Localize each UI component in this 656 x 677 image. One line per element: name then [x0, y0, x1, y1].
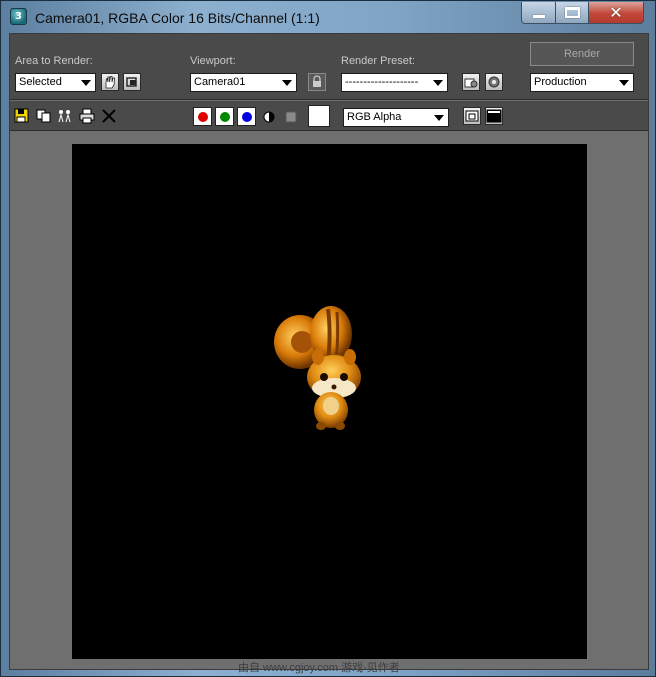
maximize-icon: [565, 7, 580, 18]
render-preset-label: Render Preset:: [341, 55, 415, 67]
area-to-render-label: Area to Render:: [15, 55, 93, 67]
render-frame-client: Area to Render: Selected Viewport: Camer…: [9, 33, 649, 674]
minimize-button[interactable]: [521, 2, 556, 24]
viewport-label: Viewport:: [190, 55, 236, 67]
green-channel-icon: [220, 112, 230, 122]
toggle-ui-overlay-button[interactable]: [463, 107, 481, 125]
chevron-down-icon: [282, 80, 292, 86]
area-to-render-value: Selected: [19, 76, 62, 88]
chevron-down-icon: [433, 80, 443, 86]
squirrel-render: [274, 306, 361, 430]
lock-icon: [313, 75, 321, 87]
render-mode-dropdown[interactable]: Production: [530, 73, 634, 92]
close-icon: ✕: [609, 3, 623, 22]
display-channel-value: RGB Alpha: [347, 111, 402, 123]
color-swatch[interactable]: [308, 105, 330, 127]
render-preset-value: --------------------: [345, 76, 419, 88]
display-channel-dropdown[interactable]: RGB Alpha: [343, 108, 449, 127]
environment-effects-button[interactable]: [485, 73, 503, 91]
overlay-icon: [465, 110, 479, 122]
print-icon[interactable]: [79, 108, 95, 124]
minimize-icon: [533, 15, 545, 18]
save-icon[interactable]: [14, 108, 30, 124]
viewport-value: Camera01: [194, 76, 246, 88]
chevron-down-icon: [619, 80, 629, 86]
viewport-dropdown[interactable]: Camera01: [190, 73, 297, 92]
green-channel-button[interactable]: [215, 107, 234, 126]
clear-icon[interactable]: [101, 108, 117, 124]
hand-icon: [105, 76, 115, 89]
chevron-down-icon: [81, 80, 91, 86]
gear-icon: [488, 76, 500, 88]
red-channel-icon: [198, 112, 208, 122]
area-to-render-dropdown[interactable]: Selected: [15, 73, 96, 92]
window-title: Camera01, RGBA Color 16 Bits/Channel (1:…: [35, 10, 320, 26]
alpha-channel-icon[interactable]: [262, 110, 276, 124]
display-icon: [486, 109, 502, 123]
auto-region-button[interactable]: [123, 73, 141, 91]
title-bar[interactable]: 3 Camera01, RGBA Color 16 Bits/Channel (…: [1, 1, 655, 33]
render-frame-window: 3 Camera01, RGBA Color 16 Bits/Channel (…: [0, 0, 656, 677]
lock-viewport-button[interactable]: [308, 73, 326, 91]
render-preset-dropdown[interactable]: --------------------: [341, 73, 448, 92]
frame-tools-bar: RGB Alpha: [10, 101, 648, 131]
copy-icon[interactable]: [36, 108, 52, 124]
clone-frame-icon[interactable]: [57, 108, 73, 124]
render-mode-value: Production: [534, 76, 587, 88]
blue-channel-icon: [242, 112, 252, 122]
render-setup-button[interactable]: [462, 73, 480, 91]
hand-icon-button[interactable]: [101, 73, 119, 91]
render-setup-icon: [464, 78, 478, 88]
red-channel-button[interactable]: [193, 107, 212, 126]
monochrome-icon[interactable]: [284, 110, 298, 124]
blue-channel-button[interactable]: [237, 107, 256, 126]
render-button[interactable]: Render: [530, 42, 634, 66]
toggle-ui-button[interactable]: [485, 107, 503, 125]
close-button[interactable]: ✕: [588, 2, 644, 24]
watermark-text: 由自 www.cgjoy.com 游戏·见作者: [238, 662, 400, 674]
app-icon[interactable]: 3: [10, 8, 27, 25]
region-icon: [126, 77, 137, 87]
render-controls-bar: Area to Render: Selected Viewport: Camer…: [10, 34, 648, 100]
rendered-image-canvas[interactable]: [72, 144, 587, 659]
chevron-down-icon: [434, 115, 444, 121]
maximize-button[interactable]: [555, 2, 589, 24]
